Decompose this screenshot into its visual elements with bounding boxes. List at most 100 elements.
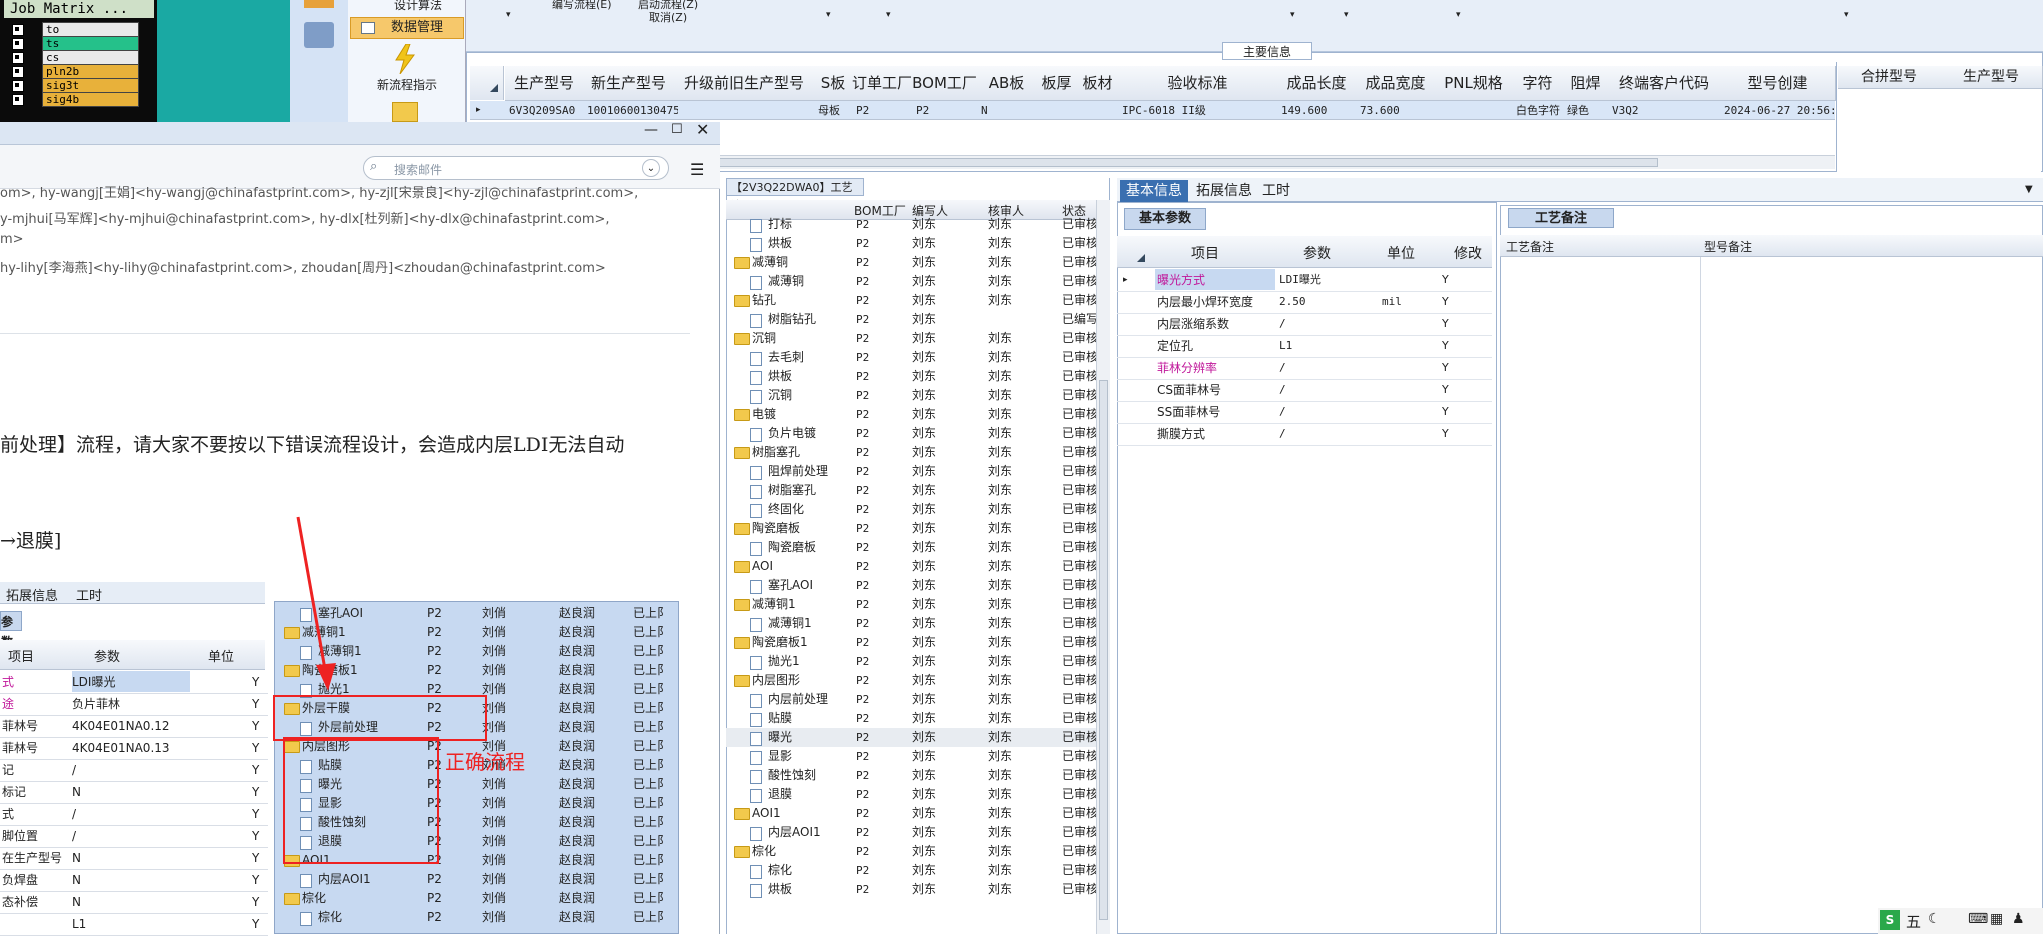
param-row[interactable]: 菲林分辨率 / Y bbox=[1117, 357, 1492, 380]
process-tree-row[interactable]: 阻焊前处理 P2 刘东 刘东 已审核 bbox=[726, 462, 1098, 481]
ribbon-edit-flow[interactable]: 编写流程(E) bbox=[552, 0, 612, 12]
grid-cell[interactable] bbox=[674, 101, 818, 120]
grid-column-header[interactable]: 升级前旧生产型号 bbox=[674, 66, 815, 101]
grid-cell[interactable]: 母板 bbox=[814, 101, 856, 120]
process-tree-row[interactable]: AOI1 P2 刘东 刘东 已审核 bbox=[726, 804, 1098, 823]
grid-column-header[interactable]: 终端客户代码 bbox=[1608, 66, 1721, 101]
grid-cell[interactable]: 73.600 bbox=[1356, 101, 1439, 120]
ime-logo-icon[interactable]: S bbox=[1880, 910, 1900, 930]
shirt-icon[interactable]: ♟ bbox=[2012, 911, 2025, 927]
process-tree-row[interactable]: 陶瓷磨板1 P2 刘东 刘东 已审核 bbox=[726, 633, 1098, 652]
side-column-header[interactable]: 生产型号 bbox=[1940, 66, 2043, 89]
param-value[interactable]: / bbox=[1279, 423, 1286, 445]
process-tree-row[interactable]: 树脂塞孔 P2 刘东 刘东 已审核 bbox=[726, 481, 1098, 500]
param-modify[interactable]: Y bbox=[1442, 291, 1449, 313]
minimize-icon[interactable]: — bbox=[644, 122, 658, 138]
grid-column-header[interactable]: 板材 bbox=[1077, 66, 1119, 101]
grid-cell[interactable]: 2024-06-27 20:56:34 bbox=[1720, 101, 1839, 120]
chevron-down-icon[interactable]: ▼ bbox=[2025, 184, 2033, 195]
basic-param-tab[interactable]: 基本参数 bbox=[1124, 208, 1207, 230]
grid-column-header[interactable]: 生产型号 bbox=[505, 66, 584, 101]
process-tree-row[interactable]: 显影 P2 刘东 刘东 已审核 bbox=[726, 747, 1098, 766]
dropdown-arrow[interactable]: ▾ bbox=[1290, 10, 1295, 20]
process-tree-row[interactable]: 沉铜 P2 刘东 刘东 已审核 bbox=[726, 329, 1098, 348]
dropdown-arrow[interactable]: ▾ bbox=[886, 10, 891, 20]
grid-cell[interactable]: IPC-6018 II级 bbox=[1118, 101, 1281, 120]
job-matrix-layer[interactable]: to bbox=[8, 22, 139, 37]
checkbox-icon[interactable] bbox=[12, 38, 24, 50]
checkbox-icon[interactable] bbox=[12, 80, 24, 92]
design-algorithm-button[interactable]: 设计算法 bbox=[350, 0, 464, 16]
process-tree-row[interactable]: 陶瓷磨板 P2 刘东 刘东 已审核 bbox=[726, 519, 1098, 538]
grid-column-header[interactable]: AB板 bbox=[977, 66, 1037, 101]
param-value[interactable]: / bbox=[1279, 379, 1286, 401]
menu-icon[interactable]: ☰ bbox=[690, 160, 704, 179]
side-column-header[interactable]: 合拼型号 bbox=[1838, 66, 1941, 89]
dropdown-arrow[interactable]: ▾ bbox=[506, 10, 511, 20]
process-tree-row[interactable]: 减薄铜1 P2 刘东 刘东 已审核 bbox=[726, 614, 1098, 633]
process-tree-row[interactable]: 退膜 P2 刘东 刘东 已审核 bbox=[726, 785, 1098, 804]
param-modify[interactable]: Y bbox=[1442, 423, 1449, 445]
database-icon[interactable] bbox=[304, 22, 334, 48]
chevron-down-icon[interactable]: ⌄ bbox=[642, 159, 660, 177]
grid-cell[interactable]: P2 bbox=[912, 101, 981, 120]
process-tree-row[interactable]: 负片电镀 P2 刘东 刘东 已审核 bbox=[726, 424, 1098, 443]
process-tree-row[interactable]: 棕化 P2 刘东 刘东 已审核 bbox=[726, 861, 1098, 880]
process-flow-tab[interactable]: 【2V3Q22DWA0】工艺流程 bbox=[726, 178, 864, 212]
remark-tab[interactable]: 工艺备注 bbox=[1508, 208, 1614, 228]
process-tree-row[interactable]: 棕化 P2 刘东 刘东 已审核 bbox=[726, 842, 1098, 861]
keyboard-icon[interactable]: ⌨ bbox=[1968, 911, 1988, 927]
process-tree-row[interactable]: 烘板 P2 刘东 刘东 已审核 bbox=[726, 880, 1098, 899]
param-modify[interactable]: Y bbox=[1442, 379, 1449, 401]
grid-cell[interactable] bbox=[1435, 101, 1516, 120]
job-matrix-layer[interactable]: pln2b bbox=[8, 64, 139, 79]
process-tree-row[interactable]: 陶瓷磨板 P2 刘东 刘东 已审核 bbox=[726, 538, 1098, 557]
grid-cell[interactable]: 6V3Q209SA0 bbox=[505, 101, 587, 120]
param-value[interactable]: / bbox=[1279, 401, 1286, 423]
param-value[interactable]: 2.50 bbox=[1279, 291, 1306, 313]
grid-column-header[interactable]: 成品宽度 bbox=[1356, 66, 1436, 101]
grid-column-header[interactable]: PNL规格 bbox=[1435, 66, 1513, 101]
process-tree-row[interactable]: 去毛刺 P2 刘东 刘东 已审核 bbox=[726, 348, 1098, 367]
email-search-input[interactable]: ⌕ 搜索邮件 ⌄ bbox=[363, 156, 669, 180]
process-tree-row[interactable]: 抛光1 P2 刘东 刘东 已审核 bbox=[726, 652, 1098, 671]
param-row[interactable]: CS面菲林号 / Y bbox=[1117, 379, 1492, 402]
grid-cell[interactable]: 白色字符 bbox=[1512, 101, 1567, 120]
process-tree-row[interactable]: 钻孔 P2 刘东 刘东 已审核 bbox=[726, 291, 1098, 310]
grid-cell[interactable]: 绿色 bbox=[1563, 101, 1612, 120]
job-matrix-layer[interactable]: sig4b bbox=[8, 92, 139, 107]
grid-column-header[interactable]: 阻焊 bbox=[1563, 66, 1609, 101]
param-row[interactable]: 内层最小焊环宽度 2.50 mil Y bbox=[1117, 291, 1492, 314]
grid-cell[interactable]: 10010600130475 bbox=[583, 101, 678, 120]
param-value[interactable]: L1 bbox=[1279, 335, 1292, 357]
param-row[interactable]: 撕膜方式 / Y bbox=[1117, 423, 1492, 446]
grid-cell[interactable]: 149.600 bbox=[1277, 101, 1360, 120]
param-value[interactable]: / bbox=[1279, 313, 1286, 335]
grid-column-header[interactable]: 订单工厂 bbox=[852, 66, 913, 101]
process-tree-row[interactable]: AOI P2 刘东 刘东 已审核 bbox=[726, 557, 1098, 576]
param-row[interactable]: ▸ 曝光方式 LDI曝光 Y bbox=[1117, 269, 1492, 292]
grid-column-header[interactable]: 新生产型号 bbox=[583, 66, 675, 101]
process-tree-row[interactable]: 内层图形 P2 刘东 刘东 已审核 bbox=[726, 671, 1098, 690]
grid-column-header[interactable]: 字符 bbox=[1512, 66, 1564, 101]
process-tree-row[interactable]: 贴膜 P2 刘东 刘东 已审核 bbox=[726, 709, 1098, 728]
process-tree-row[interactable]: 减薄铜 P2 刘东 刘东 已审核 bbox=[726, 272, 1098, 291]
close-icon[interactable]: ✕ bbox=[696, 120, 709, 139]
process-tree-row[interactable]: 烘板 P2 刘东 刘东 已审核 bbox=[726, 234, 1098, 253]
param-row[interactable]: 定位孔 L1 Y bbox=[1117, 335, 1492, 358]
job-matrix-layer[interactable]: ts bbox=[8, 36, 139, 51]
grid-cell[interactable]: N bbox=[977, 101, 1040, 120]
grid-icon[interactable]: ▦ bbox=[1990, 911, 2003, 927]
grid-cell[interactable]: P2 bbox=[852, 101, 916, 120]
process-tree-row[interactable]: 塞孔AOI P2 刘东 刘东 已审核 bbox=[726, 576, 1098, 595]
tab-basic-info[interactable]: 基本信息 bbox=[1120, 180, 1188, 202]
param-modify[interactable]: Y bbox=[1442, 401, 1449, 423]
maximize-icon[interactable]: ☐ bbox=[671, 122, 683, 137]
checkbox-icon[interactable] bbox=[12, 24, 24, 36]
folder-icon[interactable] bbox=[392, 102, 418, 122]
checkbox-icon[interactable] bbox=[12, 94, 24, 106]
param-row[interactable]: SS面菲林号 / Y bbox=[1117, 401, 1492, 424]
process-tree-row[interactable]: 酸性蚀刻 P2 刘东 刘东 已审核 bbox=[726, 766, 1098, 785]
moon-icon[interactable]: ☾ bbox=[1928, 911, 1941, 927]
dropdown-arrow[interactable]: ▾ bbox=[1844, 10, 1849, 20]
